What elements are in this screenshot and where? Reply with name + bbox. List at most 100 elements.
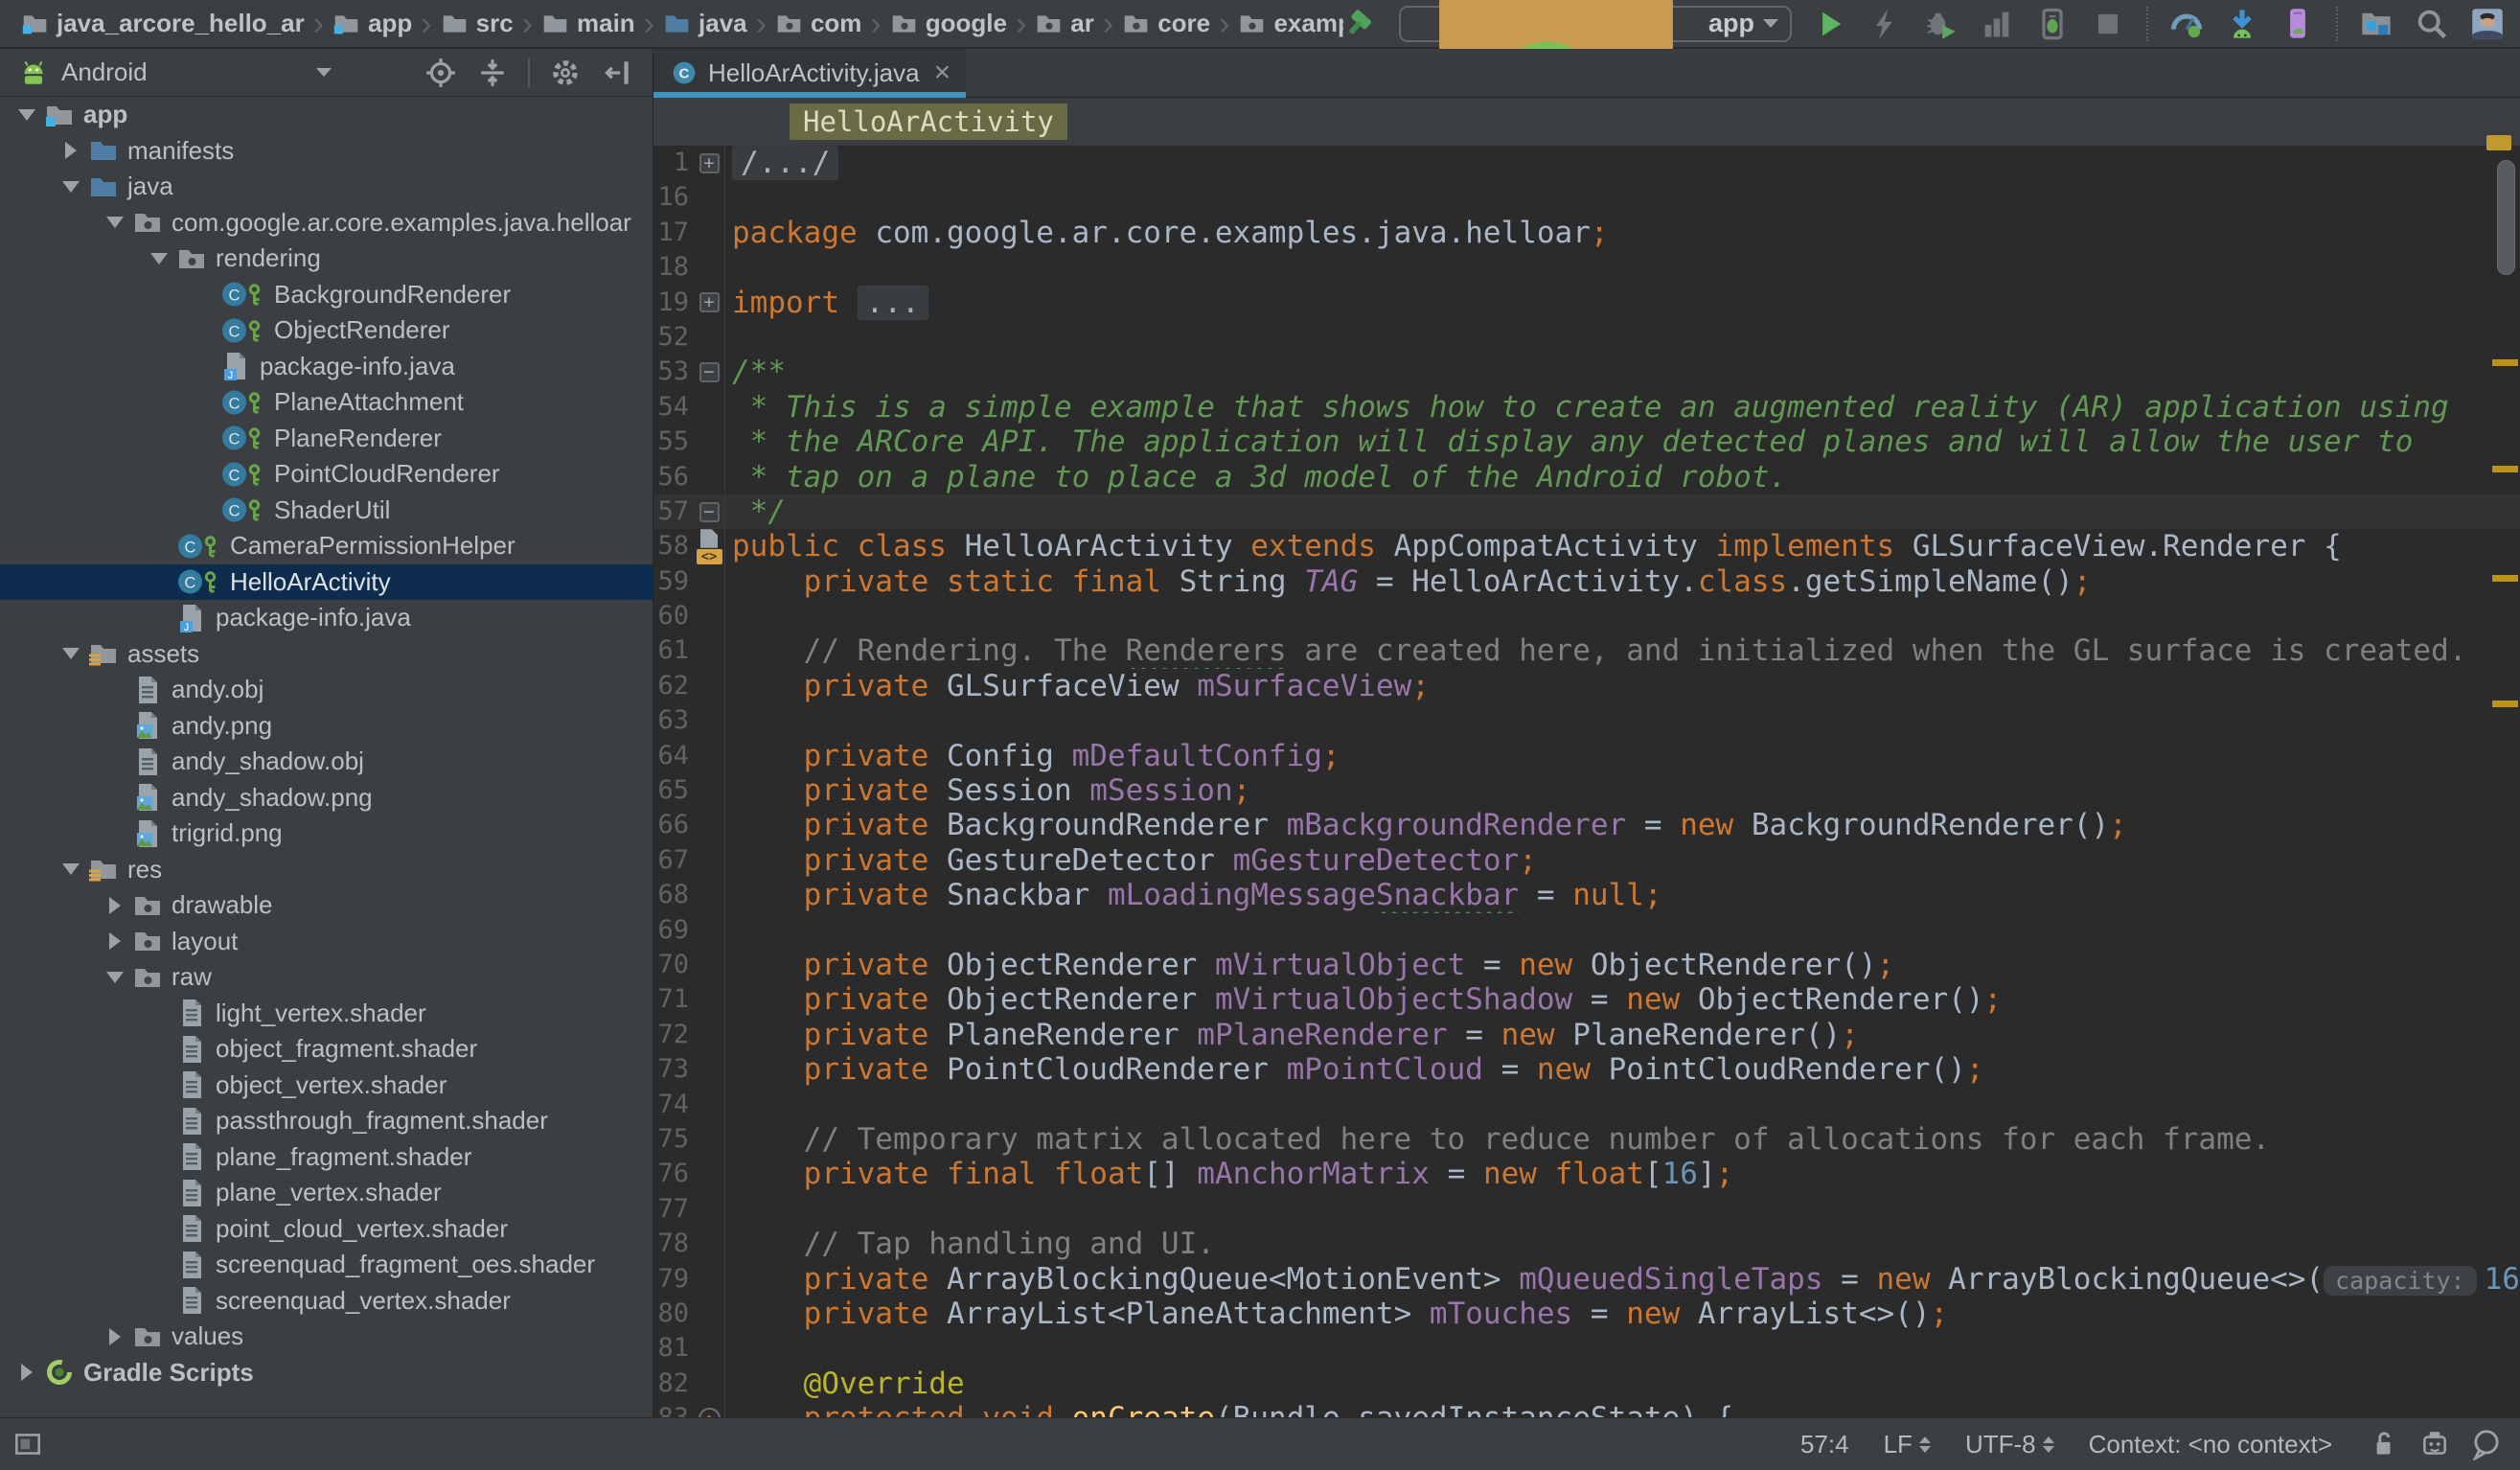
run-configuration-selector[interactable]: app — [1399, 6, 1792, 42]
code-line[interactable]: 64 private Config mDefaultConfig; — [653, 739, 2520, 773]
tree-item[interactable]: andy.obj — [0, 672, 653, 708]
gutter[interactable]: 79 — [653, 1262, 725, 1297]
line-number[interactable]: 67 — [653, 843, 694, 878]
breadcrumb-item[interactable]: src — [441, 9, 514, 38]
line-number[interactable]: 71 — [653, 982, 694, 1017]
line-number[interactable]: 76 — [653, 1157, 694, 1191]
code-line[interactable]: 52 — [653, 320, 2520, 355]
gutter[interactable]: 72 — [653, 1018, 725, 1052]
code-line[interactable]: 55 * the ARCore API. The application wil… — [653, 425, 2520, 459]
tree-item[interactable]: layout — [0, 924, 653, 960]
tree-item[interactable]: trigrid.png — [0, 815, 653, 852]
expander-open-icon[interactable] — [54, 181, 88, 193]
gutter[interactable]: 75 — [653, 1122, 725, 1157]
tree-item[interactable]: CCameraPermissionHelper — [0, 528, 653, 564]
chevron-down-icon[interactable] — [316, 68, 332, 77]
tree-item[interactable]: light_vertex.shader — [0, 996, 653, 1032]
code-line[interactable]: 77 — [653, 1192, 2520, 1227]
tree-item[interactable]: drawable — [0, 887, 653, 924]
line-number[interactable]: 69 — [653, 913, 694, 948]
tree-item[interactable]: passthrough_fragment.shader — [0, 1103, 653, 1139]
warning-stripe[interactable] — [2492, 575, 2518, 582]
tree-item[interactable]: CObjectRenderer — [0, 312, 653, 349]
tree-item[interactable]: com.google.ar.core.examples.java.helloar — [0, 205, 653, 241]
code-line[interactable]: 17package com.google.ar.core.examples.ja… — [653, 216, 2520, 250]
lock-button[interactable] — [2367, 1428, 2399, 1460]
gutter[interactable]: 78 — [653, 1227, 725, 1261]
related-xml-icon[interactable] — [697, 549, 722, 564]
code-line[interactable]: 70 private ObjectRenderer mVirtualObject… — [653, 948, 2520, 982]
tab-helloaractivity[interactable]: C HelloArActivity.java — [653, 49, 966, 97]
expander-open-icon[interactable] — [142, 253, 176, 264]
breadcrumb-item[interactable]: java_arcore_hello_ar — [21, 9, 305, 38]
line-number[interactable]: 62 — [653, 669, 694, 703]
gutter[interactable]: 57 — [653, 494, 725, 529]
gutter[interactable]: 62 — [653, 669, 725, 703]
gutter[interactable]: 52 — [653, 320, 725, 355]
settings-gear-button[interactable] — [549, 57, 582, 89]
line-number[interactable]: 74 — [653, 1088, 694, 1122]
fold-minus-icon[interactable] — [699, 362, 720, 382]
line-number[interactable]: 58 — [653, 529, 694, 563]
locate-button[interactable] — [424, 57, 457, 89]
code-line[interactable]: 75 // Temporary matrix allocated here to… — [653, 1122, 2520, 1157]
tree-item[interactable]: Gradle Scripts — [0, 1355, 653, 1391]
attach-debugger-button[interactable] — [2035, 7, 2070, 41]
warning-stripe[interactable] — [2492, 466, 2518, 472]
code-line[interactable]: 82 @Override — [653, 1367, 2520, 1401]
gutter[interactable]: 67 — [653, 843, 725, 878]
code-line[interactable]: 79 private ArrayBlockingQueue<MotionEven… — [653, 1262, 2520, 1297]
expander-open-icon[interactable] — [10, 109, 44, 121]
gutter[interactable]: 1 — [653, 146, 725, 180]
code-line[interactable]: 65 private Session mSession; — [653, 773, 2520, 808]
line-number[interactable]: 59 — [653, 564, 694, 599]
tree-item[interactable]: raw — [0, 959, 653, 996]
breadcrumb-item[interactable]: google — [890, 9, 1007, 38]
line-number[interactable]: 78 — [653, 1227, 694, 1261]
breadcrumb-item[interactable]: main — [541, 9, 635, 38]
line-number[interactable]: 64 — [653, 739, 694, 773]
line-number[interactable]: 79 — [653, 1262, 694, 1297]
code-line[interactable]: 80 private ArrayList<PlaneAttachment> mT… — [653, 1297, 2520, 1331]
profile-button[interactable] — [1980, 7, 2014, 41]
line-number[interactable]: 63 — [653, 703, 694, 738]
tree-item[interactable]: screenquad_vertex.shader — [0, 1283, 653, 1320]
breadcrumb-item[interactable]: app — [332, 9, 412, 38]
tree-item[interactable]: andy_shadow.png — [0, 780, 653, 816]
tree-item[interactable]: CHelloArActivity — [0, 564, 653, 601]
expander-open-icon[interactable] — [98, 217, 132, 228]
gutter[interactable]: 73 — [653, 1052, 725, 1087]
line-number[interactable]: 53 — [653, 355, 694, 389]
tree-item[interactable]: andy_shadow.obj — [0, 744, 653, 780]
tree-item[interactable]: res — [0, 852, 653, 888]
line-number[interactable]: 18 — [653, 250, 694, 285]
tree-item[interactable]: screenquad_fragment_oes.shader — [0, 1247, 653, 1283]
line-number[interactable]: 75 — [653, 1122, 694, 1157]
expander-open-icon[interactable] — [54, 648, 88, 659]
gutter[interactable]: 68 — [653, 878, 725, 912]
tree-item[interactable]: app — [0, 97, 653, 133]
code-line[interactable]: 62 private GLSurfaceView mSurfaceView; — [653, 669, 2520, 703]
code-line[interactable]: 1/.../ — [653, 146, 2520, 180]
tree-item[interactable]: assets — [0, 636, 653, 673]
gutter[interactable]: 55 — [653, 425, 725, 459]
line-number[interactable]: 83 — [653, 1401, 694, 1417]
line-number[interactable]: 72 — [653, 1018, 694, 1052]
gutter[interactable]: 17 — [653, 216, 725, 250]
code-line[interactable]: 58public class HelloArActivity extends A… — [653, 529, 2520, 563]
gutter[interactable]: 74 — [653, 1088, 725, 1122]
expander-open-icon[interactable] — [98, 972, 132, 983]
tree-item[interactable]: CPlaneAttachment — [0, 384, 653, 421]
gutter[interactable]: 61 — [653, 633, 725, 668]
apply-changes-button[interactable] — [1868, 7, 1903, 41]
code-line[interactable]: 54 * This is a simple example that shows… — [653, 390, 2520, 425]
tree-item[interactable]: CPointCloudRenderer — [0, 456, 653, 493]
line-number[interactable]: 17 — [653, 216, 694, 250]
stop-button[interactable] — [2091, 7, 2125, 41]
code-line[interactable]: 71 private ObjectRenderer mVirtualObject… — [653, 982, 2520, 1017]
gutter[interactable]: 64 — [653, 739, 725, 773]
line-number[interactable]: 16 — [653, 180, 694, 215]
line-separator-widget[interactable]: LF — [1884, 1430, 1931, 1459]
line-number[interactable]: 77 — [653, 1192, 694, 1227]
tree-item[interactable]: Jpackage-info.java — [0, 349, 653, 385]
